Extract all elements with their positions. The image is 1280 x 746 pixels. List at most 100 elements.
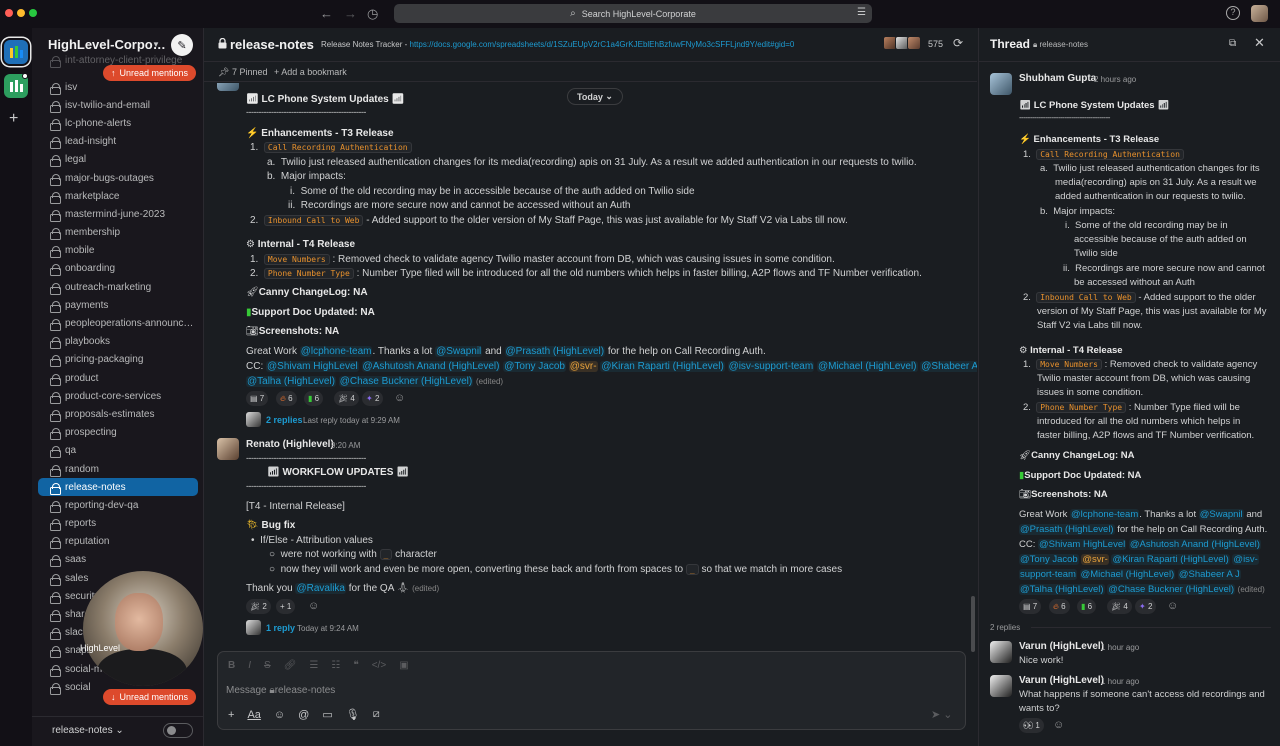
video-icon[interactable]: ▭ <box>322 708 332 721</box>
add-workspace-icon[interactable]: + <box>9 110 18 128</box>
chevron-down-icon[interactable]: ▼ <box>152 40 160 49</box>
sidebar-item-random[interactable]: random <box>32 460 203 478</box>
message-input[interactable]: Message 🔒︎release-notes <box>226 685 335 696</box>
emoji-icon[interactable]: ☺ <box>274 709 285 721</box>
mention[interactable]: @Tony Jacob <box>1019 554 1079 565</box>
msg2-time[interactable]: 9:20 AM <box>331 441 360 450</box>
help-icon[interactable]: ? <box>1226 6 1240 20</box>
author-avatar[interactable] <box>217 438 239 460</box>
code-block-icon[interactable]: ▣ <box>399 660 408 671</box>
mention[interactable]: @Chase Buckner (HighLevel) <box>1107 584 1236 595</box>
sidebar-item-product[interactable]: product <box>32 369 203 387</box>
sidebar-item-pricing-packaging[interactable]: pricing-packaging <box>32 351 203 369</box>
back-arrow-icon[interactable]: ← <box>320 6 333 21</box>
plus-icon[interactable]: + <box>228 709 234 721</box>
quote-icon[interactable]: ❝ <box>353 660 358 671</box>
add-reaction-icon[interactable]: ☺ <box>394 392 405 404</box>
msg2-author[interactable]: Renato (Highlevel) <box>246 439 334 450</box>
bullet-list-icon[interactable]: ☷ <box>331 660 340 671</box>
sidebar-item-playbooks[interactable]: playbooks <box>32 333 203 351</box>
sidebar-item-marketplace[interactable]: marketplace <box>32 187 203 205</box>
mention[interactable]: @Swapnil <box>1198 509 1244 520</box>
replies-link[interactable]: 1 reply <box>266 623 295 633</box>
reaction-button[interactable]: ▮ 6 <box>1077 599 1097 614</box>
text-format-icon[interactable]: Aa <box>247 709 260 721</box>
strike-icon[interactable]: S <box>264 660 271 671</box>
mention[interactable]: @Talha (HighLevel) <box>246 376 336 387</box>
reaction-button[interactable]: ✦ 2 <box>362 391 384 406</box>
workspace-highlevel-icon[interactable] <box>4 40 28 64</box>
microphone-icon[interactable]: 🎙︎ <box>346 708 360 721</box>
mention[interactable]: @Michael (HighLevel) <box>816 361 918 372</box>
link-icon[interactable]: 🔗︎ <box>284 660 297 671</box>
huddle-icon[interactable]: ⟳ <box>953 36 963 50</box>
mention[interactable]: @Kiran Raparti (HighLevel) <box>600 361 725 372</box>
mention[interactable]: @Tony Jacob <box>503 361 566 372</box>
mention-icon[interactable]: @ <box>298 709 309 721</box>
italic-icon[interactable]: I <box>248 660 251 671</box>
history-icon[interactable]: ◷ <box>367 6 378 22</box>
sidebar-item-major-bugs-outages[interactable]: major-bugs-outages <box>32 169 203 187</box>
reaction-button[interactable]: 🔥︎ 6 <box>1049 599 1070 614</box>
reply-author[interactable]: Varun (HighLevel) <box>1019 641 1104 652</box>
mention[interactable]: @svr- <box>568 361 598 372</box>
add-reaction-icon[interactable]: ☺ <box>308 600 319 612</box>
sidebar-item-reporting-dev-qa[interactable]: reporting-dev-qa <box>32 496 203 514</box>
pinned-button[interactable]: 📌︎ 7 Pinned <box>218 67 267 78</box>
reply-time[interactable]: 1 hour ago <box>1101 677 1139 686</box>
reaction-button[interactable]: ▤ 7 <box>1019 599 1042 614</box>
mention[interactable]: @isv-support-team <box>727 361 815 372</box>
member-count[interactable]: 575 <box>928 39 943 49</box>
sidebar-item-legal[interactable]: legal <box>32 151 203 169</box>
message-scrollbar[interactable] <box>971 596 975 652</box>
huddle-video[interactable] <box>83 571 203 686</box>
huddle-channel-label[interactable]: release-notes ⌄ <box>52 725 124 736</box>
zoom-window-button[interactable] <box>29 9 37 17</box>
sidebar-item-lc-phone-alerts[interactable]: lc-phone-alerts <box>32 114 203 132</box>
tracker-link[interactable]: https://docs.google.com/spreadsheets/d/1… <box>410 40 795 49</box>
sidebar-item-peopleoperations-announc-[interactable]: peopleoperations-announc… <box>32 314 203 332</box>
search-bar[interactable]: ⌕ Search HighLevel-Corporate ☰ <box>394 4 872 23</box>
sidebar-item-payments[interactable]: payments <box>32 296 203 314</box>
mention[interactable]: @Shabeer A J <box>920 361 977 372</box>
sidebar-item-qa[interactable]: qa <box>32 442 203 460</box>
add-reaction-icon[interactable]: ☺ <box>1053 719 1064 731</box>
ordered-list-icon[interactable]: ☰ <box>309 660 318 671</box>
reaction-button[interactable]: 🎉︎ 4 <box>1107 599 1132 614</box>
sidebar-item-outreach-marketing[interactable]: outreach-marketing <box>32 278 203 296</box>
sidebar-item-product-core-services[interactable]: product-core-services <box>32 387 203 405</box>
add-reaction-icon[interactable]: ☺ <box>1167 600 1178 612</box>
sidebar-item-saas[interactable]: saas <box>32 551 203 569</box>
reply-time[interactable]: 1 hour ago <box>1101 643 1139 652</box>
send-icon[interactable]: ➤ ⌄ <box>931 708 953 721</box>
mention[interactable]: @Kiran Raparti (HighLevel) <box>1111 554 1230 565</box>
thread-author[interactable]: Shubham Gupta <box>1019 73 1096 84</box>
user-avatar[interactable] <box>1251 5 1268 22</box>
huddle-toggle[interactable] <box>163 723 193 738</box>
message-composer[interactable]: B I S 🔗︎ ☰ ☷ ❝ </> ▣ Message 🔒︎release-n… <box>217 651 966 730</box>
mention[interactable]: @Shabeer A J <box>1177 569 1241 580</box>
reaction-button[interactable]: ▮ 6 <box>304 391 324 406</box>
sidebar-item-onboarding[interactable]: onboarding <box>32 260 203 278</box>
mention[interactable]: @Ashutosh Anand (HighLevel) <box>1128 539 1261 550</box>
bold-icon[interactable]: B <box>228 660 235 671</box>
mention[interactable]: @svr- <box>1081 554 1109 565</box>
mention[interactable]: @Prasath (HighLevel) <box>1019 524 1115 535</box>
mention[interactable]: @Ashutosh Anand (HighLevel) <box>361 361 501 372</box>
mention[interactable]: @lcphone-team <box>299 346 373 357</box>
workspace-name[interactable]: HighLevel-Corpo… <box>48 37 166 52</box>
close-icon[interactable]: ✕ <box>1254 35 1265 51</box>
sidebar-item-prospecting[interactable]: prospecting <box>32 424 203 442</box>
reaction-button[interactable]: ✦ 2 <box>1135 599 1157 614</box>
slash-command-icon[interactable]: ⧄ <box>373 708 380 721</box>
reply-author-avatar[interactable] <box>990 641 1012 663</box>
mention[interactable]: @Prasath (HighLevel) <box>504 346 606 357</box>
sidebar-item-proposals-estimates[interactable]: proposals-estimates <box>32 405 203 423</box>
unread-mentions-button-top[interactable]: ↑ Unread mentions <box>103 65 197 81</box>
reaction-button[interactable]: + 1 <box>276 599 296 614</box>
close-window-button[interactable] <box>5 9 13 17</box>
member-avatars[interactable] <box>883 36 921 50</box>
channel-title[interactable]: release-notes <box>230 37 314 52</box>
chevron-down-icon[interactable]: ▼ <box>305 40 313 49</box>
sidebar-item-mobile[interactable]: mobile <box>32 242 203 260</box>
